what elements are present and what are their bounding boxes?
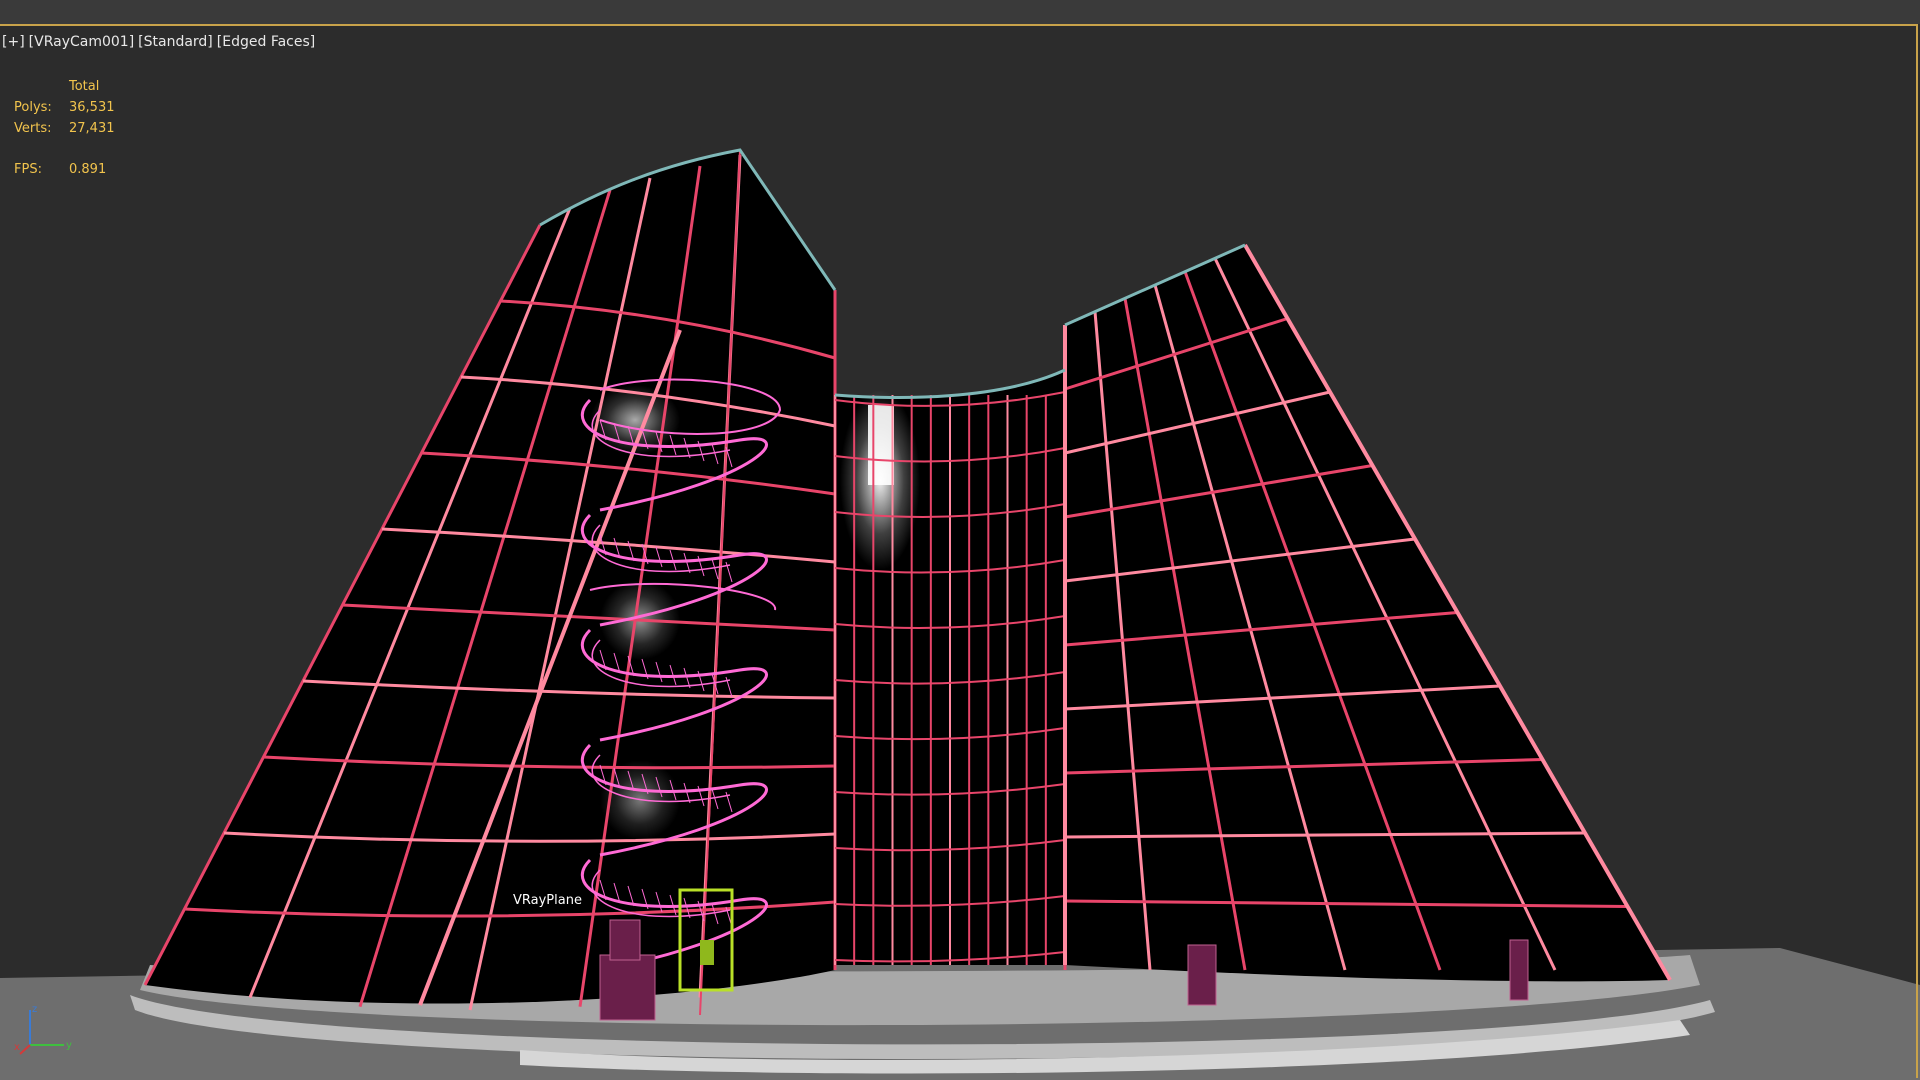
viewport-label-menu[interactable]: [+] [VRayCam001] [Standard] [Edged Faces… <box>2 34 315 50</box>
perspective-viewport[interactable]: [+] [VRayCam001] [Standard] [Edged Faces… <box>0 0 1920 1080</box>
axis-tripod-icon: z y x <box>14 1004 72 1055</box>
fps-label: FPS: <box>14 162 42 177</box>
viewport-shading-menu[interactable]: [Standard] <box>138 34 213 50</box>
axis-y-label: y <box>66 1040 72 1051</box>
viewport-plus-menu[interactable]: [+] <box>2 34 25 50</box>
statistics-overlay: Total Polys: 36,531 Verts: 27,431 FPS: 0… <box>14 76 149 180</box>
viewport-camera-menu[interactable]: [VRayCam001] <box>29 34 135 50</box>
verts-label: Verts: <box>14 121 52 136</box>
vrayplane-label: VRayPlane <box>513 893 582 908</box>
fps-value: 0.891 <box>69 162 107 177</box>
axis-z-label: z <box>32 1004 37 1015</box>
scene-render[interactable] <box>0 0 1920 1080</box>
verts-value: 27,431 <box>69 121 115 136</box>
polys-value: 36,531 <box>69 100 115 115</box>
stats-header: Total <box>69 79 100 94</box>
right-tower-glass <box>1065 245 1670 982</box>
axis-x-label: x <box>14 1042 20 1053</box>
polys-label: Polys: <box>14 100 52 115</box>
left-tower-glass <box>145 150 835 1004</box>
viewport-edges-menu[interactable]: [Edged Faces] <box>217 34 315 50</box>
